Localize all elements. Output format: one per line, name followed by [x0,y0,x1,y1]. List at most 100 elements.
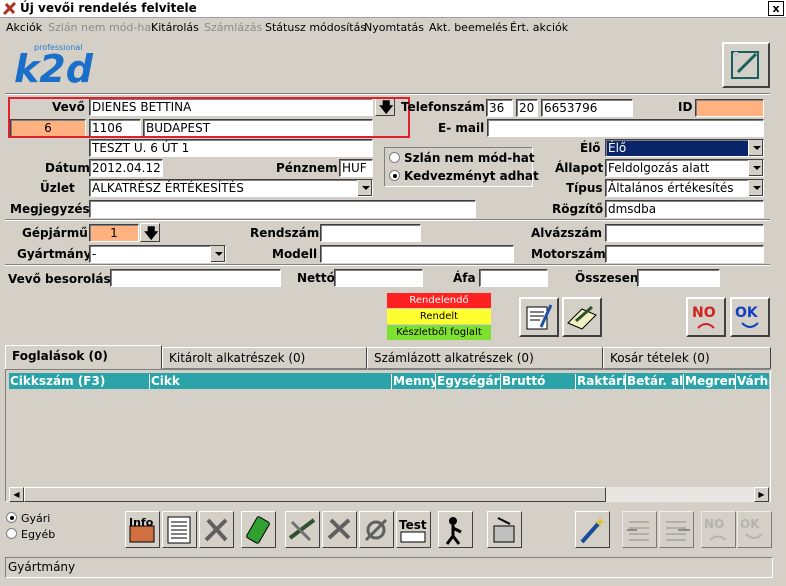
col-betar[interactable]: Betár. al- [625,374,683,389]
chevron-down-icon[interactable] [748,160,763,176]
order-edit-button[interactable] [519,297,559,337]
menu-statusz-modositas[interactable]: Státusz módosítás [265,21,366,34]
legend-keszletbol-foglalt: Készletből foglalt [387,325,491,340]
tab-kosar[interactable]: Kosár tételek (0) [603,347,771,369]
svg-text:Test: Test [399,518,427,532]
osszesen-field[interactable] [637,269,720,287]
list-document-icon [167,516,191,544]
datum-label: Dátum [45,161,90,175]
gepjarmu-field[interactable]: 1 [89,224,139,242]
motorszam-field[interactable] [605,245,764,263]
tab-strip: Foglalások (0) Kitárolt alkatrészek (0) … [5,345,771,369]
radio-kedvezmeny[interactable]: Kedvezményt adhat [389,169,539,183]
col-cikkszam[interactable]: Cikkszám (F3) [9,374,149,389]
rendszam-field[interactable] [320,224,421,242]
radio-egyeb[interactable]: Egyéb [6,528,55,541]
menu-ert-akciok[interactable]: Ért. akciók [510,21,568,34]
tel-area-field[interactable]: 20 [516,99,538,117]
uzlet-select[interactable]: ALKATRÉSZ ÉRTÉKESÍTÉS [89,179,373,197]
smile-ok-icon: OK [735,305,759,328]
gepjarmu-arrow-icon[interactable] [140,223,160,247]
no-button[interactable]: NO [686,297,726,337]
chevron-down-icon[interactable] [357,180,372,196]
tab-foglalasok[interactable]: Foglalások (0) [5,345,162,369]
list-button[interactable] [162,511,197,548]
col-varha[interactable]: Várha [735,374,769,389]
menu-akt-beemeles[interactable]: Akt. beemelés [429,21,508,34]
col-cikk[interactable]: Cikk [149,374,391,389]
scroll-left-icon[interactable]: ◀ [9,487,24,502]
parts-button-2[interactable] [322,511,357,548]
gear-tools-icon [364,518,388,542]
gyartmany-value: - [92,247,97,261]
wizard-button[interactable] [575,511,610,548]
package-button[interactable] [487,511,522,548]
info-button[interactable]: Info [125,511,160,548]
modell-field[interactable] [320,245,514,263]
megjegyzes-field[interactable] [89,200,476,218]
tipus-select[interactable]: Általános értékesítés [605,179,764,197]
edit-parts-button[interactable] [285,511,320,548]
email-field[interactable] [487,119,764,137]
edit-button[interactable] [722,42,770,88]
rogzito-field[interactable]: dmsdba [605,200,764,218]
alvazszam-field[interactable] [605,224,764,242]
col-menny[interactable]: Menny [391,374,435,389]
phone-button[interactable] [241,511,276,548]
col-raktari[interactable]: Raktári [575,374,625,389]
netto-field[interactable] [334,269,423,287]
ok-button[interactable]: OK [730,297,770,337]
elo-select[interactable]: Élő [605,139,764,157]
datum-field[interactable]: 2012.04.12. [89,159,163,177]
parts-button-3[interactable] [359,511,394,548]
address-field[interactable]: TESZT U. 6 ÚT 1 [89,139,373,157]
scroll-thumb[interactable] [24,487,606,502]
legend-rendelt: Rendelt [387,309,491,324]
tel-number-field[interactable]: 6653796 [541,99,633,117]
tipus-label: Típus [566,181,603,195]
items-grid[interactable]: Cikkszám (F3) Cikk Menny Egységár Bruttó… [5,369,771,502]
chevron-down-icon[interactable] [748,140,763,156]
uzlet-value: ALKATRÉSZ ÉRTÉKESÍTÉS [92,181,244,195]
besorolas-label: Vevő besorolás [8,272,111,286]
afa-field[interactable] [479,269,548,287]
gyartmany-select[interactable]: - [89,245,226,263]
menu-szamlazas: Számlázás [204,21,263,34]
id-field[interactable] [695,99,764,117]
menu-kitarolas[interactable]: Kitárolás [151,21,199,34]
tel-country-field[interactable]: 36 [486,99,513,117]
menu-bar: Akciók Szlán nem mód-hat Kitárolás Száml… [0,19,786,37]
chevron-down-icon[interactable] [748,180,763,196]
tab-kitarolt[interactable]: Kitárolt alkatrészek (0) [162,347,367,369]
col-megren[interactable]: Megren [683,374,735,389]
menu-akciok[interactable]: Akciók [6,21,42,34]
radio-gyari[interactable]: Gyári [6,512,50,525]
penznem-field[interactable]: HUF [339,159,373,177]
besorolas-field[interactable] [110,269,281,287]
col-egysegar[interactable]: Egységár [435,374,500,389]
worker-button[interactable] [438,511,473,548]
close-button[interactable]: x [768,1,784,16]
sign-button[interactable] [562,297,602,337]
signature-icon [567,305,597,330]
allapot-select[interactable]: Feldolgozás alatt [605,159,764,177]
col-brutto[interactable]: Bruttó [500,374,575,389]
tab-szamlazott[interactable]: Számlázott alkatrészek (0) [367,347,603,369]
menu-nyomtatas[interactable]: Nyomtatás [364,21,424,34]
radio-szlan-nem-mod-hat[interactable]: Szlán nem mód-hat [389,151,535,165]
test-button[interactable]: Test [396,511,431,548]
chevron-down-icon[interactable] [210,246,225,262]
radio-szlan-label: Szlán nem mód-hat [404,151,535,165]
radio-egyeb-label: Egyéb [21,528,56,541]
edit-parts-icon [288,518,316,542]
radio-checked-icon [6,512,17,523]
tools-button[interactable] [199,511,234,548]
elo-value: Élő [608,141,627,155]
rendszam-label: Rendszám [250,226,320,240]
move-right-button [659,511,694,548]
radio-empty-icon [389,152,400,163]
telefon-label: Telefonszám [401,100,485,114]
scroll-right-icon[interactable]: ▶ [754,487,769,502]
horizontal-scrollbar[interactable]: ◀ ▶ [9,487,769,502]
package-icon [493,517,515,543]
